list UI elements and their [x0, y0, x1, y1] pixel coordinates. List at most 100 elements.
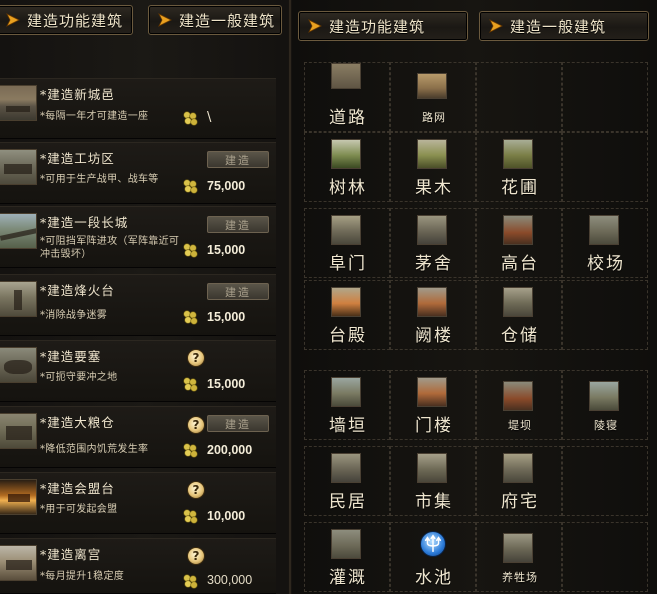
building-label: 道路	[329, 108, 367, 128]
thatched-cottage-image	[417, 215, 447, 245]
building-label: 市集	[415, 492, 453, 512]
grid-cell-empty	[562, 446, 648, 516]
grid-cell-mansion[interactable]: 府宅	[476, 446, 562, 516]
build-option-great-wall[interactable]: *建造一段长城 建造 *可阻挡军阵进攻（军阵靠近可冲击毁坏） 15,000	[0, 206, 276, 268]
mausoleum-image	[589, 381, 619, 411]
cost-value: 200,000	[207, 443, 253, 457]
build-option-beacon-tower[interactable]: *建造烽火台 建造 *消除战争迷雾 15,000	[0, 274, 276, 336]
grid-cell-city-gate[interactable]: 阜门	[304, 208, 390, 278]
grid-cell-water-pool[interactable]: 水池	[390, 522, 476, 592]
cost-value: 15,000	[207, 377, 246, 391]
gold-coin-icon	[183, 310, 198, 325]
option-title: *建造工坊区	[40, 151, 115, 166]
grid-cell-storehouse[interactable]: 仓储	[476, 280, 562, 350]
build-option-detached-palace[interactable]: *建造离宫 ? *每月提升1稳定度 300,000	[0, 538, 276, 594]
trident-icon	[420, 531, 446, 557]
option-title: *建造烽火台	[40, 283, 115, 298]
option-description: *可阻挡军阵进攻（军阵靠近可冲击毁坏）	[40, 236, 180, 260]
grid-cell-terrace[interactable]: 高台	[476, 208, 562, 278]
grid-cell-road-network[interactable]: 路网	[390, 62, 476, 132]
grid-cell-mausoleum[interactable]: 陵寝	[562, 370, 648, 440]
irrigation-image	[331, 529, 361, 559]
building-label: 台殿	[329, 326, 367, 346]
build-button[interactable]: 建造	[207, 283, 269, 300]
grid-cell-empty	[562, 62, 648, 132]
gold-coin-icon	[183, 443, 198, 458]
grid-cell-orchard[interactable]: 果木	[390, 132, 476, 202]
tab-label: 建造功能建筑	[27, 11, 124, 30]
grid-cell-drill-ground[interactable]: 校场	[562, 208, 648, 278]
arrow-right-icon	[158, 13, 172, 27]
option-description: *消除战争迷雾	[40, 310, 108, 321]
grid-cell-livestock-farm[interactable]: 养牲场	[476, 522, 562, 592]
tab-build-function-buildings[interactable]: 建造功能建筑	[298, 11, 468, 41]
flower-garden-image	[503, 139, 533, 169]
build-option-great-granary[interactable]: *建造大粮仓 ? 建造 *降低范围内饥荒发生率 200,000	[0, 406, 276, 468]
building-label: 茅舍	[415, 254, 453, 274]
wall-image	[331, 377, 361, 407]
tab-build-general-buildings[interactable]: 建造一般建筑	[479, 11, 649, 41]
option-title: *建造新城邑	[40, 87, 115, 102]
grid-cell-empty	[562, 280, 648, 350]
option-title: *建造一段长城	[40, 215, 129, 230]
granary-thumbnail	[0, 413, 37, 449]
grid-cell-road[interactable]: 道路	[304, 62, 390, 132]
build-option-new-city[interactable]: *建造新城邑 *每隔一年才可建造一座 \	[0, 78, 276, 139]
tab-build-function-buildings[interactable]: 建造功能建筑	[0, 5, 133, 35]
help-icon[interactable]: ?	[187, 349, 205, 367]
grid-cell-thatched-cottage[interactable]: 茅舍	[390, 208, 476, 278]
help-icon[interactable]: ?	[187, 481, 205, 499]
building-label: 高台	[501, 254, 539, 274]
grid-cell-wall[interactable]: 墙垣	[304, 370, 390, 440]
build-button[interactable]: 建造	[207, 216, 269, 233]
gold-coin-icon	[183, 243, 198, 258]
grid-cell-gate-tower[interactable]: 门楼	[390, 370, 476, 440]
grid-cell-terrace-hall[interactable]: 台殿	[304, 280, 390, 350]
build-option-workshop-district[interactable]: *建造工坊区 建造 *可用于生产战甲、战车等 75,000	[0, 142, 276, 204]
gold-coin-icon	[183, 377, 198, 392]
grid-cell-dam[interactable]: 堤坝	[476, 370, 562, 440]
grid-cell-woods[interactable]: 树林	[304, 132, 390, 202]
build-option-alliance-platform[interactable]: *建造会盟台 ? *用于可发起会盟 10,000	[0, 472, 276, 534]
grid-cell-empty	[476, 62, 562, 132]
tab-build-general-buildings[interactable]: 建造一般建筑	[148, 5, 282, 35]
road-image	[331, 63, 361, 89]
help-icon[interactable]: ?	[187, 416, 205, 434]
building-label: 陵寝	[594, 419, 618, 432]
cost-value: 15,000	[207, 310, 246, 324]
great-wall-thumbnail	[0, 213, 37, 249]
alliance-platform-thumbnail	[0, 479, 37, 515]
building-label: 阙楼	[415, 326, 453, 346]
grid-cell-watchtower[interactable]: 阙楼	[390, 280, 476, 350]
option-title: *建造会盟台	[40, 481, 115, 496]
arrow-right-icon	[489, 19, 503, 33]
terrace-image	[503, 215, 533, 245]
livestock-farm-image	[503, 533, 533, 563]
grid-cell-market[interactable]: 市集	[390, 446, 476, 516]
dam-image	[503, 381, 533, 411]
building-label: 路网	[422, 111, 446, 124]
build-button[interactable]: 建造	[207, 415, 269, 432]
arrow-right-icon	[6, 13, 20, 27]
help-icon[interactable]: ?	[187, 547, 205, 565]
building-label: 果木	[415, 178, 453, 198]
option-description: *用于可发起会盟	[40, 504, 118, 515]
fortress-thumbnail	[0, 347, 37, 383]
drill-ground-image	[589, 215, 619, 245]
build-button[interactable]: 建造	[207, 151, 269, 168]
tab-label: 建造一般建筑	[179, 11, 276, 30]
option-title: *建造要塞	[40, 349, 102, 364]
option-description: *可用于生产战甲、战车等	[40, 174, 159, 185]
grid-cell-irrigation[interactable]: 灌溉	[304, 522, 390, 592]
tab-label: 建造一般建筑	[510, 17, 607, 36]
dwelling-image	[331, 453, 361, 483]
grid-cell-dwelling[interactable]: 民居	[304, 446, 390, 516]
mansion-image	[503, 453, 533, 483]
build-option-fortress[interactable]: *建造要塞 ? *可扼守要冲之地 15,000	[0, 340, 276, 402]
building-label: 仓储	[501, 326, 539, 346]
watchtower-image	[417, 287, 447, 317]
cost-value: 300,000	[207, 573, 253, 587]
gate-tower-image	[417, 377, 447, 407]
grid-cell-flower-garden[interactable]: 花圃	[476, 132, 562, 202]
gold-coin-icon	[183, 509, 198, 524]
